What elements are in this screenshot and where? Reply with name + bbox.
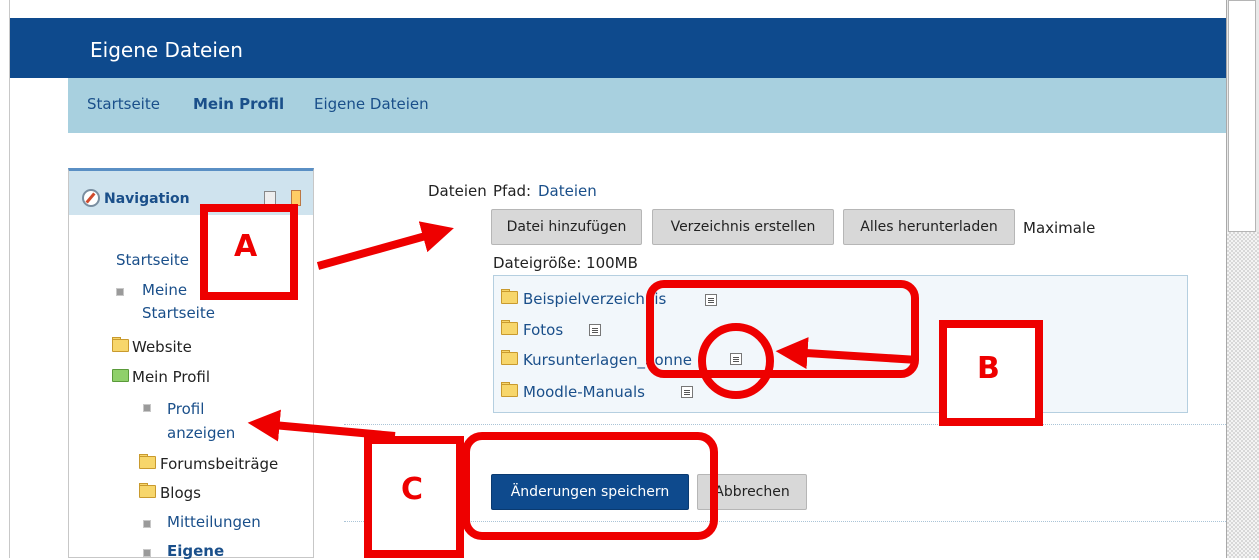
annotation-arrow-a [316, 221, 454, 270]
annotation-circle-b [698, 323, 774, 399]
annotation-arrow-c [247, 409, 396, 442]
annotation-label-a: A [234, 229, 258, 264]
annotation-label-c: C [401, 472, 424, 507]
annotation-label-b: B [977, 351, 1000, 386]
annotation-highlight-c [462, 432, 718, 540]
annotation-arrow-b [775, 337, 919, 370]
annotation-overlay [247, 221, 919, 540]
